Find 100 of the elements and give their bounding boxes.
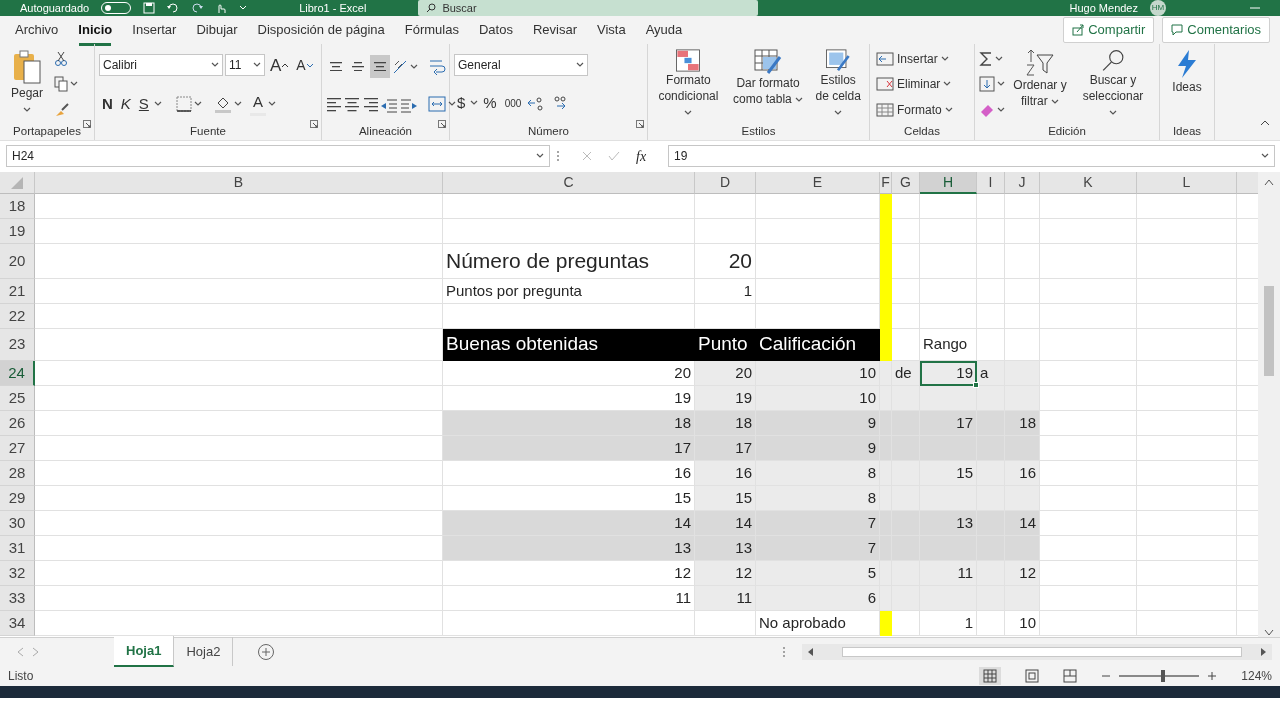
vertical-align-button[interactable] <box>370 55 390 78</box>
row-header[interactable]: 33 <box>0 586 35 611</box>
table-cell: 13 <box>443 536 695 561</box>
ideas-button[interactable]: Ideas <box>1164 46 1210 123</box>
sheet-tab[interactable]: Hoja1 <box>114 635 175 668</box>
row-header[interactable]: 30 <box>0 511 35 536</box>
ribbon-tab[interactable]: Vista <box>588 16 635 44</box>
row-header[interactable]: 28 <box>0 461 35 486</box>
sort-filter-button[interactable]: Ordenar y filtrar <box>1009 46 1071 123</box>
thousands-button[interactable]: 000 <box>501 91 525 116</box>
italic-button[interactable]: K <box>117 91 134 116</box>
row-header[interactable]: 34 <box>0 611 35 636</box>
search-field[interactable]: Buscar <box>418 0 759 16</box>
grow-font-button[interactable]: A <box>267 53 292 78</box>
row-header[interactable]: 32 <box>0 561 35 586</box>
save-icon <box>143 2 156 14</box>
column-header[interactable]: B <box>35 172 443 194</box>
table-cell: 10 <box>1005 611 1040 636</box>
comments-button[interactable]: Comentarios <box>1162 17 1270 43</box>
caret-icon <box>211 62 219 69</box>
table-cell: 6 <box>756 586 880 611</box>
column-header[interactable]: G <box>892 172 920 194</box>
table-cell: 19 <box>920 361 977 386</box>
delete-button[interactable]: Eliminar <box>874 73 955 96</box>
column-header[interactable]: C <box>443 172 695 194</box>
vertical-scrollbar[interactable] <box>1258 172 1280 637</box>
percent-button[interactable]: % <box>480 91 500 116</box>
row-header[interactable]: 24 <box>0 361 35 386</box>
ribbon-tab[interactable]: Archivo <box>6 16 68 44</box>
row-header[interactable]: 31 <box>0 536 35 561</box>
row-header[interactable]: 26 <box>0 411 35 436</box>
ribbon-tab[interactable]: Disposición de página <box>248 16 394 44</box>
ribbon-tab[interactable]: Inicio <box>69 16 122 44</box>
conditional-format-button[interactable]: Formato condicional <box>652 46 725 123</box>
insert-button[interactable]: Insertar <box>874 47 955 71</box>
fill-handle[interactable] <box>973 382 979 388</box>
ribbon-tab[interactable]: Ayuda <box>636 16 692 44</box>
name-box[interactable]: H24 <box>6 145 550 167</box>
column-header[interactable]: I <box>977 172 1005 194</box>
row-header[interactable]: 25 <box>0 386 35 411</box>
clipboard-icon <box>12 49 42 85</box>
share-button[interactable]: Compartir <box>1063 17 1155 43</box>
next-sheet-icon <box>32 646 40 657</box>
caret-icon <box>940 55 949 62</box>
currency-button[interactable]: $ <box>454 91 469 116</box>
row-header[interactable]: 27 <box>0 436 35 461</box>
row-header[interactable]: 20 <box>0 244 35 279</box>
scroll-thumb[interactable] <box>842 646 1242 657</box>
format-button[interactable]: Formato <box>874 98 955 122</box>
paste-button[interactable]: Pegar <box>4 46 50 123</box>
zoom-level[interactable]: 124% <box>1241 666 1272 685</box>
table-cell: 5 <box>756 561 880 586</box>
horizontal-scrollbar[interactable] <box>802 643 1272 660</box>
row-header[interactable]: 22 <box>0 304 35 329</box>
row-header[interactable]: 23 <box>0 329 35 361</box>
table-cell <box>977 304 1005 329</box>
insert-function-button[interactable]: fx <box>636 145 647 167</box>
table-cell <box>695 194 756 219</box>
page-layout-icon <box>1025 668 1040 683</box>
ribbon-tab[interactable]: Revisar <box>523 16 586 44</box>
underline-button[interactable]: S <box>135 91 152 116</box>
column-header[interactable]: F <box>880 172 892 194</box>
column-header[interactable]: J <box>1005 172 1040 194</box>
table-cell <box>880 194 892 219</box>
table-cell: 18 <box>695 411 756 436</box>
column-header[interactable]: L <box>1137 172 1237 194</box>
scroll-thumb[interactable] <box>1264 286 1274 376</box>
font-field[interactable]: Calibri <box>99 54 223 77</box>
shrink-font-button[interactable]: A <box>293 53 316 78</box>
user-name: Hugo Mendez <box>1069 0 1138 16</box>
column-header[interactable]: K <box>1040 172 1137 194</box>
format-table-button[interactable]: Dar formato como tabla <box>728 46 808 123</box>
ribbon-tab[interactable]: Dibujar <box>187 16 247 44</box>
formula-field[interactable]: 19 <box>668 145 1275 167</box>
cell-styles-button[interactable]: Estilos de celda <box>811 46 865 123</box>
table-cell: 7 <box>756 536 880 561</box>
font-size-field[interactable]: 11 <box>225 54 265 77</box>
column-header[interactable]: D <box>695 172 756 194</box>
font-color-button[interactable]: A <box>249 91 266 116</box>
row-header[interactable]: 29 <box>0 486 35 511</box>
group-label: Estilos <box>740 124 777 139</box>
number-format-field[interactable]: General <box>454 53 588 76</box>
ribbon-tab[interactable]: Fórmulas <box>395 16 468 44</box>
group-label: Celdas <box>903 124 941 139</box>
table-cell: 11 <box>695 586 756 611</box>
group-label: Ideas <box>1171 124 1203 139</box>
ribbon-tab[interactable]: Insertar <box>123 16 186 44</box>
ribbon-tab[interactable]: Datos <box>469 16 522 44</box>
user-avatar[interactable]: HM <box>1150 0 1166 16</box>
row-header[interactable]: 18 <box>0 194 35 219</box>
scroll-left-icon <box>806 646 814 657</box>
table-cell: 18 <box>1005 411 1040 436</box>
row-header[interactable]: 21 <box>0 279 35 304</box>
row-header[interactable]: 19 <box>0 219 35 244</box>
find-select-button[interactable]: Buscar y seleccionar <box>1075 46 1151 123</box>
column-header[interactable]: E <box>756 172 880 194</box>
caret-icon <box>153 100 162 107</box>
column-header[interactable]: H <box>920 172 977 194</box>
zoom-slider-thumb[interactable] <box>1161 669 1166 682</box>
bold-button[interactable]: N <box>99 91 116 116</box>
